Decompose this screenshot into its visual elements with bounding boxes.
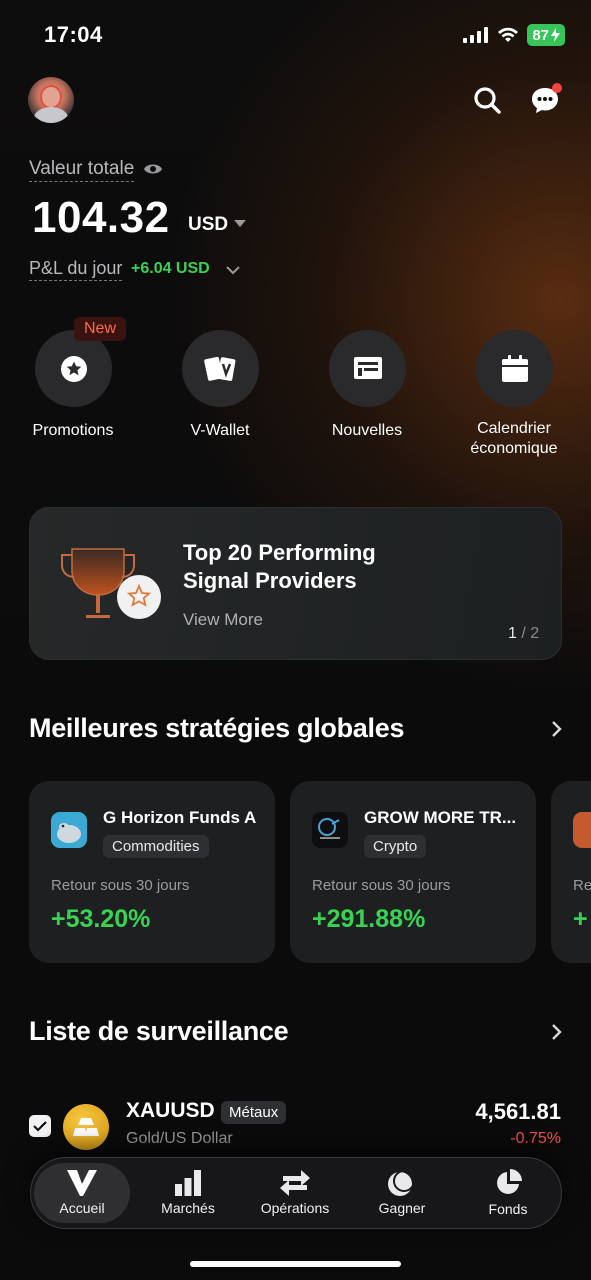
strategy-return-label-partial: Re <box>573 877 591 894</box>
growmore-logo-icon <box>312 812 348 848</box>
watchlist-title: Liste de surveillance <box>29 1016 289 1046</box>
banner-page-total: / 2 <box>521 625 540 642</box>
pie-chart-icon <box>497 1169 522 1194</box>
banner-page-current: 1 <box>508 625 517 642</box>
check-icon <box>33 1121 47 1132</box>
strategy-avatar <box>51 812 87 848</box>
total-value-amount: 104.32 <box>32 193 170 242</box>
calendar-label: Calendrier économique <box>470 420 558 457</box>
strategy-return-value: +291.88% <box>312 905 426 933</box>
gold-bars-icon <box>73 1118 99 1136</box>
watchlist-description: Gold/US Dollar <box>126 1130 233 1147</box>
wifi-icon <box>498 27 519 42</box>
pnl-expand-button[interactable] <box>226 262 240 280</box>
nav-operations[interactable]: Opérations <box>247 1163 343 1223</box>
strategy-tag: Commodities <box>103 835 209 858</box>
v-wallet-label: V-Wallet <box>190 422 250 439</box>
home-indicator <box>190 1261 401 1267</box>
eye-icon <box>144 164 162 174</box>
nav-markets-label: Marchés <box>161 1200 215 1216</box>
daily-pnl-value: +6.04 USD <box>131 260 210 277</box>
watchlist-price: 4,561.81 <box>475 1099 561 1124</box>
daily-pnl-label: P&L du jour <box>29 258 123 281</box>
strategy-card-partial[interactable] <box>551 781 591 963</box>
chevron-down-icon <box>226 266 240 275</box>
strategy-return-value-partial: + <box>573 905 588 933</box>
battery-level: 87 <box>532 26 549 44</box>
chevron-right-icon <box>552 1024 562 1040</box>
nav-home-label: Accueil <box>59 1200 105 1216</box>
new-badge: New <box>74 317 127 341</box>
avatar[interactable] <box>28 77 74 123</box>
coins-icon <box>388 1170 415 1196</box>
strategy-name: G Horizon Funds A <box>103 808 257 827</box>
charging-icon <box>551 28 560 42</box>
nav-funds-label: Fonds <box>488 1201 528 1217</box>
v-wallet-button[interactable] <box>182 330 259 407</box>
banner-view-more-link[interactable]: View More <box>183 610 263 630</box>
star-icon <box>60 355 87 382</box>
calendar-button[interactable] <box>476 330 553 407</box>
home-logo-icon <box>67 1170 97 1196</box>
trophy-icon <box>61 548 161 619</box>
nav-markets[interactable]: Marchés <box>140 1163 236 1223</box>
banner-pagination: 1 / 2 <box>508 625 539 643</box>
gold-coin-icon <box>63 1104 109 1150</box>
messages-button[interactable] <box>528 83 562 117</box>
signal-icon <box>463 27 489 43</box>
hippo-logo-icon <box>51 812 87 848</box>
news-label: Nouvelles <box>331 422 403 439</box>
watchlist-checkbox[interactable] <box>29 1115 51 1137</box>
caret-down-icon[interactable] <box>234 220 246 227</box>
total-value-label: Valeur totale <box>29 158 135 182</box>
banner-title: Top 20 Performing Signal Providers <box>183 540 376 593</box>
promotions-button[interactable] <box>35 330 112 407</box>
watchlist-symbol[interactable]: XAUUSD <box>126 1099 215 1123</box>
news-icon <box>353 356 382 379</box>
strategies-more-button[interactable] <box>546 718 568 740</box>
search-icon <box>474 87 501 114</box>
strategy-return-value: +53.20% <box>51 905 151 933</box>
strategy-name: GROW MORE TR... <box>364 808 517 827</box>
visibility-toggle[interactable] <box>143 161 163 182</box>
strategies-title: Meilleures stratégies globales <box>29 713 405 743</box>
strategy-return-label: Retour sous 30 jours <box>51 877 190 894</box>
nav-operations-label: Opérations <box>260 1200 330 1216</box>
strategy-tag: Crypto <box>364 835 427 858</box>
battery-indicator: 87 <box>527 24 565 46</box>
bar-chart-icon <box>175 1170 201 1196</box>
strategy-avatar <box>312 812 348 848</box>
watchlist-category-tag: Métaux <box>221 1101 287 1124</box>
strategy-avatar-partial <box>573 812 591 848</box>
nav-earn-label: Gagner <box>378 1200 426 1216</box>
currency-selector[interactable]: USD <box>188 214 228 236</box>
strategy-return-label: Retour sous 30 jours <box>312 877 451 894</box>
status-time: 17:04 <box>44 22 103 47</box>
avatar-face <box>40 85 62 109</box>
wallet-cards-icon <box>203 356 235 381</box>
calendar-icon <box>501 354 528 382</box>
chevron-right-icon <box>552 721 562 737</box>
status-icons: 87 <box>463 24 565 46</box>
news-button[interactable] <box>329 330 406 407</box>
transfer-arrows-icon <box>280 1170 310 1196</box>
avatar-body <box>34 107 68 123</box>
watchlist-change: -0.75% <box>510 1130 561 1147</box>
search-button[interactable] <box>470 83 504 117</box>
nav-home[interactable]: Accueil <box>34 1163 130 1223</box>
notification-dot <box>552 83 562 93</box>
nav-funds[interactable]: Fonds <box>460 1163 556 1223</box>
watchlist-more-button[interactable] <box>546 1021 568 1043</box>
promotions-label: Promotions <box>32 422 114 439</box>
nav-earn[interactable]: Gagner <box>354 1163 450 1223</box>
